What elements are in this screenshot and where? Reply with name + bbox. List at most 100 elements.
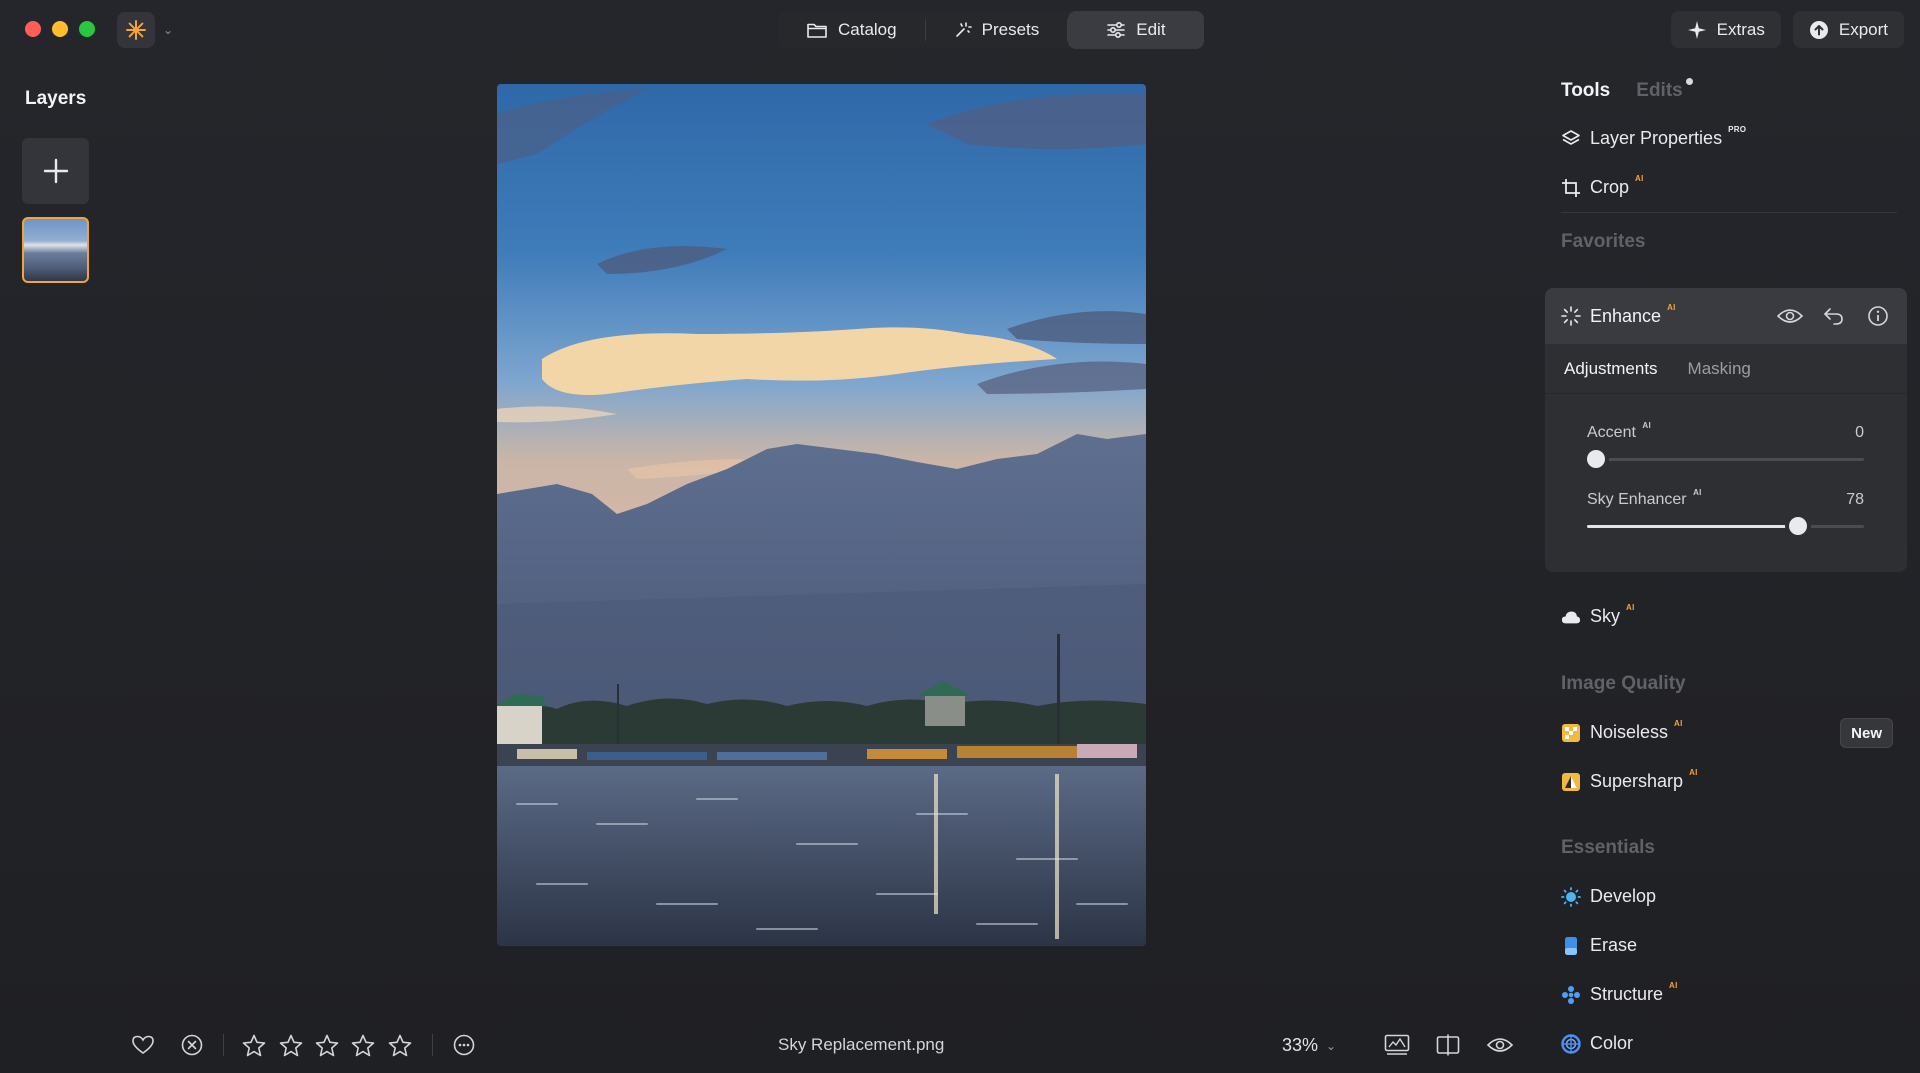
slider-knob[interactable] bbox=[1789, 517, 1808, 535]
slider-knob[interactable] bbox=[1587, 450, 1605, 468]
app-menu[interactable]: ⌄ bbox=[117, 12, 173, 48]
sky-enhancer-track[interactable] bbox=[1587, 517, 1864, 535]
slider-name: Sky Enhancer AI bbox=[1587, 488, 1702, 509]
chevron-down-icon[interactable]: ⌄ bbox=[163, 23, 173, 37]
tool-color-label: Color bbox=[1590, 1033, 1634, 1053]
tool-supersharp[interactable]: Supersharp AI bbox=[1561, 768, 1698, 792]
enhance-header[interactable]: Enhance AI bbox=[1545, 288, 1907, 344]
panel-tabs: Tools Edits bbox=[1561, 78, 1694, 102]
tool-layer-properties-label: Layer Properties bbox=[1590, 128, 1723, 148]
mode-tabs: Catalog Presets Edit bbox=[778, 11, 1204, 49]
app-logo-icon[interactable] bbox=[117, 12, 155, 48]
ai-badge: AI bbox=[1635, 174, 1644, 183]
slider-label-row: Sky Enhancer AI 78 bbox=[1587, 488, 1864, 509]
tool-color[interactable]: Color bbox=[1561, 1033, 1633, 1054]
tab-edit[interactable]: Edit bbox=[1068, 11, 1204, 49]
sky-enhancer-value: 78 bbox=[1846, 491, 1864, 508]
tool-crop[interactable]: Crop AI bbox=[1561, 174, 1644, 198]
plus-icon bbox=[43, 158, 68, 184]
noiseless-icon bbox=[1561, 723, 1581, 743]
compare-icon[interactable] bbox=[1435, 1032, 1461, 1058]
minimize-window-button[interactable] bbox=[52, 21, 68, 37]
add-layer-button[interactable] bbox=[22, 138, 89, 204]
section-divider bbox=[1561, 212, 1897, 213]
bottom-toolbar: Sky Replacement.png 33% ⌄ bbox=[0, 1028, 1545, 1060]
supersharp-icon bbox=[1561, 772, 1581, 792]
accent-track[interactable] bbox=[1587, 450, 1864, 468]
accent-label: Accent bbox=[1587, 424, 1636, 441]
close-window-button[interactable] bbox=[25, 21, 41, 37]
histogram-icon[interactable] bbox=[1383, 1032, 1411, 1058]
accent-value: 0 bbox=[1855, 424, 1864, 441]
tool-noiseless[interactable]: Noiseless AI bbox=[1561, 719, 1683, 743]
tab-catalog[interactable]: Catalog bbox=[778, 11, 925, 49]
ai-badge: AI bbox=[1642, 421, 1651, 430]
zoom-dropdown[interactable]: 33% ⌄ bbox=[1282, 1035, 1336, 1056]
subtab-masking[interactable]: Masking bbox=[1688, 359, 1751, 379]
favorites-heading: Favorites bbox=[1561, 231, 1646, 252]
undo-icon[interactable] bbox=[1821, 305, 1847, 327]
tool-sky[interactable]: Sky AI bbox=[1561, 603, 1635, 627]
presets-icon bbox=[955, 22, 972, 37]
tab-tools[interactable]: Tools bbox=[1561, 80, 1610, 102]
layer-thumbnail[interactable] bbox=[22, 217, 89, 283]
layers-icon bbox=[1561, 129, 1581, 149]
tool-develop[interactable]: Develop bbox=[1561, 886, 1656, 907]
sky-enhancer-label: Sky Enhancer bbox=[1587, 491, 1687, 508]
reject-icon[interactable] bbox=[179, 1032, 205, 1058]
star-icon[interactable] bbox=[241, 1032, 267, 1058]
slider-fill bbox=[1587, 525, 1790, 528]
tools-panel: Tools Edits Layer Properties PRO Crop AI bbox=[1545, 0, 1920, 1073]
preview-eye-icon[interactable] bbox=[1486, 1032, 1514, 1058]
chevron-down-icon: ⌄ bbox=[1326, 1038, 1337, 1053]
tab-presets[interactable]: Presets bbox=[926, 11, 1068, 49]
image-quality-heading: Image Quality bbox=[1561, 673, 1686, 694]
enhance-icon bbox=[1561, 306, 1581, 326]
sun-icon bbox=[1561, 886, 1581, 907]
tool-sky-label: Sky bbox=[1590, 606, 1621, 626]
more-options-icon[interactable] bbox=[451, 1032, 477, 1058]
layers-title: Layers bbox=[25, 88, 87, 109]
eraser-icon bbox=[1561, 936, 1581, 956]
new-badge: New bbox=[1840, 718, 1893, 748]
tab-edits[interactable]: Edits bbox=[1636, 78, 1694, 102]
star-icon[interactable] bbox=[387, 1032, 413, 1058]
tool-layer-properties[interactable]: Layer Properties PRO bbox=[1561, 125, 1747, 149]
zoom-value: 33% bbox=[1282, 1035, 1319, 1055]
photo-canvas[interactable] bbox=[497, 84, 1146, 946]
structure-icon bbox=[1561, 985, 1581, 1005]
tool-structure-label: Structure bbox=[1590, 984, 1664, 1004]
essentials-heading: Essentials bbox=[1561, 837, 1655, 858]
info-icon[interactable] bbox=[1865, 305, 1891, 327]
star-icon[interactable] bbox=[314, 1032, 340, 1058]
heart-icon[interactable] bbox=[130, 1032, 156, 1058]
tool-structure[interactable]: Structure AI bbox=[1561, 981, 1678, 1005]
enhance-subtabs: Adjustments Masking bbox=[1545, 344, 1907, 394]
enhance-actions bbox=[1777, 305, 1891, 327]
star-icon[interactable] bbox=[278, 1032, 304, 1058]
subtab-adjustments[interactable]: Adjustments bbox=[1564, 359, 1658, 379]
tool-noiseless-label: Noiseless bbox=[1590, 722, 1669, 742]
crop-icon bbox=[1561, 178, 1581, 198]
slider-name: Accent AI bbox=[1587, 421, 1651, 442]
star-icon[interactable] bbox=[350, 1032, 376, 1058]
sliders-icon bbox=[1107, 21, 1126, 39]
slider-rail bbox=[1587, 458, 1864, 461]
pro-badge: PRO bbox=[1728, 125, 1747, 134]
tool-erase[interactable]: Erase bbox=[1561, 935, 1637, 956]
lake-mountain-photo bbox=[497, 84, 1146, 946]
enhance-panel: Enhance AI Adjustments Masking Accent AI… bbox=[1545, 288, 1907, 572]
zoom-window-button[interactable] bbox=[79, 21, 95, 37]
app-window: ⌄ Catalog Presets Edit Extras Export Lay… bbox=[0, 0, 1920, 1073]
tool-supersharp-label: Supersharp bbox=[1590, 771, 1684, 791]
ai-badge: AI bbox=[1674, 719, 1683, 728]
tool-erase-label: Erase bbox=[1590, 935, 1638, 955]
color-wheel-icon bbox=[1561, 1033, 1581, 1054]
toolbar-divider bbox=[223, 1034, 224, 1056]
eye-icon[interactable] bbox=[1777, 305, 1803, 327]
slider-label-row: Accent AI 0 bbox=[1587, 421, 1864, 442]
tool-crop-label: Crop bbox=[1590, 177, 1630, 197]
ai-badge: AI bbox=[1626, 603, 1635, 612]
tab-presets-label: Presets bbox=[981, 20, 1040, 39]
tab-catalog-label: Catalog bbox=[838, 20, 897, 39]
